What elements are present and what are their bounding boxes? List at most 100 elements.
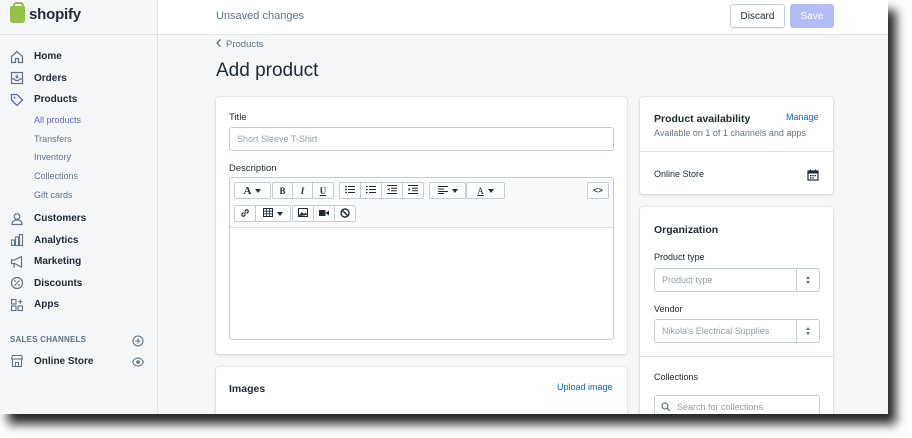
- insert-image-button[interactable]: [292, 205, 314, 222]
- sidebar-subitem-collections[interactable]: Collections: [0, 167, 157, 186]
- collections-label: Collections: [654, 372, 699, 382]
- outdent-button[interactable]: [381, 182, 403, 199]
- underline-icon: U: [319, 185, 327, 196]
- sidebar-item-products[interactable]: Products: [0, 89, 157, 111]
- outdent-icon: [387, 185, 397, 196]
- chevron-left-icon: [216, 39, 222, 50]
- vendor-select[interactable]: Nikola's Electrical Supplies: [654, 319, 820, 343]
- organization-card: Organization Product type Product type V…: [640, 207, 833, 414]
- product-type-select[interactable]: Product type: [654, 268, 820, 292]
- eye-icon[interactable]: [131, 355, 145, 367]
- numbered-list-button[interactable]: [360, 182, 382, 199]
- contextual-save-bar: Unsaved changes Discard Save: [158, 0, 888, 35]
- megaphone-icon: [10, 255, 24, 269]
- add-sales-channel-icon[interactable]: [132, 334, 144, 347]
- shopify-bag-icon: [10, 2, 25, 23]
- organization-title: Organization: [654, 224, 719, 236]
- store-icon: [10, 354, 24, 368]
- sidebar-item-customers[interactable]: Customers: [0, 208, 157, 230]
- insert-table-button[interactable]: [255, 205, 291, 222]
- apps-icon: [10, 298, 24, 312]
- title-input[interactable]: Short Sleeve T-Shirt: [229, 127, 614, 151]
- sidebar: shopify Home Orders Products All product…: [0, 0, 158, 414]
- brand-name: shopify: [29, 6, 81, 23]
- sidebar-subitem-gift-cards[interactable]: Gift cards: [0, 185, 157, 204]
- font-icon: A: [243, 184, 252, 197]
- search-icon: [661, 402, 671, 412]
- sidebar-item-label: Online Store: [34, 355, 94, 367]
- vendor-label: Vendor: [654, 304, 683, 314]
- vendor-value: Nikola's Electrical Supplies: [662, 326, 770, 336]
- insert-link-button[interactable]: [234, 205, 256, 222]
- product-type-placeholder: Product type: [662, 275, 713, 285]
- breadcrumb[interactable]: Products: [216, 39, 264, 50]
- indent-icon: [408, 185, 418, 196]
- images-card: Images Upload image: [216, 367, 627, 414]
- bullet-list-icon: [345, 185, 355, 196]
- save-button[interactable]: Save: [790, 4, 834, 28]
- calendar-icon[interactable]: [807, 168, 819, 181]
- discount-icon: [10, 276, 24, 290]
- discard-button[interactable]: Discard: [730, 4, 785, 28]
- orders-icon: [10, 71, 24, 85]
- sidebar-item-orders[interactable]: Orders: [0, 68, 157, 90]
- italic-button[interactable]: I: [292, 182, 313, 199]
- collections-search-input[interactable]: Search for collections: [654, 395, 820, 414]
- indent-button[interactable]: [402, 182, 424, 199]
- bullet-list-button[interactable]: [339, 182, 361, 199]
- video-icon: [319, 209, 329, 219]
- underline-button[interactable]: U: [312, 182, 334, 199]
- product-details-card: Title Short Sleeve T-Shirt Description A…: [216, 97, 627, 354]
- table-icon: [263, 208, 273, 219]
- image-icon: [298, 208, 308, 219]
- app-window: shopify Home Orders Products All product…: [0, 0, 888, 414]
- images-title: Images: [229, 383, 266, 395]
- shopify-logo[interactable]: shopify: [10, 2, 81, 23]
- sidebar-item-label: Products: [34, 94, 78, 106]
- description-label: Description: [229, 163, 277, 174]
- breadcrumb-label: Products: [226, 39, 264, 50]
- main-nav: Home Orders Products All products Transf…: [0, 46, 157, 315]
- clear-formatting-button[interactable]: [334, 205, 356, 222]
- product-type-label: Product type: [654, 252, 705, 262]
- home-icon: [10, 50, 24, 64]
- sidebar-item-discounts[interactable]: Discounts: [0, 272, 157, 294]
- bold-icon: B: [279, 185, 286, 196]
- page-title: Add product: [216, 60, 319, 81]
- sidebar-item-home[interactable]: Home: [0, 46, 157, 68]
- product-availability-card: Product availability Manage Available on…: [640, 97, 833, 194]
- channel-online-store: Online Store: [654, 169, 705, 179]
- sidebar-item-analytics[interactable]: Analytics: [0, 229, 157, 251]
- sidebar-subitem-transfers[interactable]: Transfers: [0, 129, 157, 148]
- font-select-button[interactable]: A: [234, 182, 271, 199]
- code-icon: <>: [593, 186, 603, 195]
- collections-placeholder: Search for collections: [677, 402, 764, 412]
- sidebar-item-label: Marketing: [34, 256, 82, 268]
- analytics-icon: [10, 233, 24, 247]
- sidebar-item-label: Orders: [34, 72, 67, 84]
- tag-icon: [10, 93, 24, 107]
- bold-button[interactable]: B: [272, 182, 293, 199]
- description-editor: A B I U A <>: [229, 177, 614, 340]
- sidebar-subitem-all-products[interactable]: All products: [0, 111, 157, 130]
- organization-divider: [640, 356, 833, 357]
- manage-link[interactable]: Manage: [786, 112, 819, 122]
- align-left-icon: [437, 185, 448, 196]
- select-arrows-icon: [796, 269, 819, 291]
- sidebar-item-marketing[interactable]: Marketing: [0, 251, 157, 273]
- sidebar-item-apps[interactable]: Apps: [0, 294, 157, 316]
- availability-divider: [640, 151, 833, 152]
- sidebar-item-online-store[interactable]: Online Store: [10, 353, 93, 369]
- sidebar-divider: [0, 34, 157, 35]
- availability-summary: Available on 1 of 1 channels and apps: [654, 128, 806, 138]
- insert-video-button[interactable]: [313, 205, 335, 222]
- show-html-button[interactable]: <>: [587, 182, 609, 199]
- upload-image-link[interactable]: Upload image: [557, 382, 613, 392]
- sidebar-subitem-inventory[interactable]: Inventory: [0, 148, 157, 167]
- title-label: Title: [229, 112, 247, 123]
- description-text-area[interactable]: [230, 228, 613, 339]
- align-select-button[interactable]: [429, 182, 466, 199]
- select-arrows-icon: [796, 320, 819, 342]
- text-color-select-button[interactable]: A: [466, 182, 505, 199]
- link-icon: [240, 208, 250, 220]
